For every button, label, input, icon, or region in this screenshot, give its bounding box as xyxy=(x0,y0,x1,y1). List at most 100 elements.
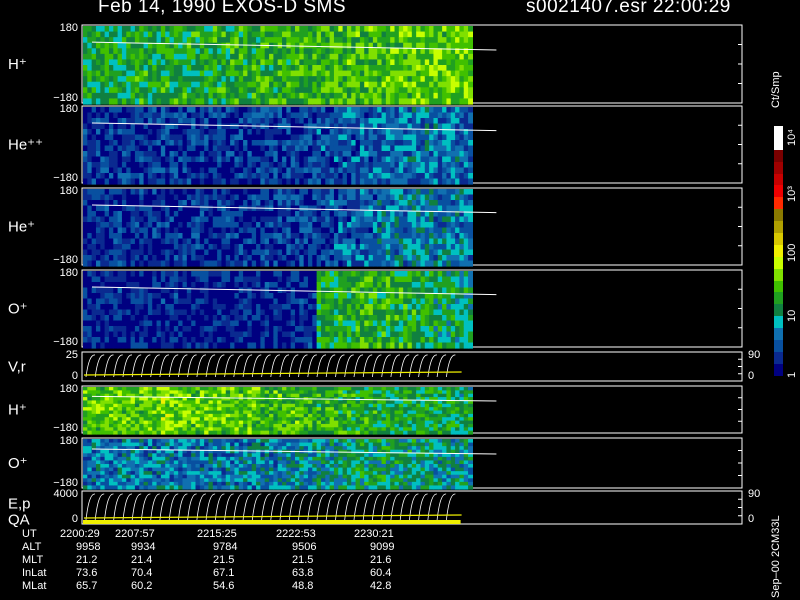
heatmap-cell xyxy=(83,112,88,119)
heatmap-cell xyxy=(277,53,283,61)
heatmap-cell xyxy=(108,81,114,88)
heatmap-cell xyxy=(126,326,132,333)
heatmap-cell xyxy=(139,342,145,349)
heatmap-cell xyxy=(83,134,88,141)
heatmap-cell xyxy=(437,112,443,119)
heatmap-cell xyxy=(351,271,357,278)
heatmap-cell xyxy=(182,59,188,66)
heatmap-cell xyxy=(316,189,322,196)
heatmap-cell xyxy=(121,293,127,300)
heatmap-cell xyxy=(91,173,97,180)
heatmap-cell xyxy=(143,156,149,163)
heatmap-cell xyxy=(130,140,136,147)
heatmap-cell xyxy=(325,65,331,72)
heatmap-cell xyxy=(411,59,417,66)
heatmap-cell xyxy=(264,112,270,119)
heatmap-cell xyxy=(282,233,287,240)
heatmap-cell xyxy=(463,107,469,114)
heatmap-cell xyxy=(364,342,370,349)
heatmap-cell xyxy=(225,76,231,83)
heatmap-cell xyxy=(186,238,192,245)
heatmap-cell xyxy=(316,42,322,49)
heatmap-cell xyxy=(316,92,322,100)
heatmap-cell xyxy=(459,162,465,169)
heatmap-cell xyxy=(424,53,430,61)
heatmap-cell xyxy=(346,271,352,278)
heatmap-cell xyxy=(333,205,339,212)
heatmap-cell xyxy=(329,81,335,88)
heatmap-cell xyxy=(385,342,391,349)
heatmap-cell xyxy=(234,118,240,125)
heatmap-cell xyxy=(243,178,249,185)
heatmap-cell xyxy=(398,107,404,114)
heatmap-cell xyxy=(420,76,426,83)
heatmap-cell xyxy=(403,37,409,44)
heatmap-cell xyxy=(104,156,110,163)
heatmap-cell xyxy=(152,151,158,158)
heatmap-cell xyxy=(117,129,123,136)
heatmap-cell xyxy=(307,200,313,207)
heatmap-cell xyxy=(355,271,361,278)
heatmap-cell xyxy=(134,216,140,223)
heatmap-cell xyxy=(351,298,357,305)
heatmap-cell xyxy=(273,134,279,141)
heatmap-cell xyxy=(217,233,223,240)
heatmap-cell xyxy=(169,92,175,100)
heatmap-cell xyxy=(186,189,192,196)
heatmap-cell xyxy=(398,222,404,229)
heatmap-cell xyxy=(147,53,153,61)
heatmap-cell xyxy=(312,298,318,305)
heatmap-cell xyxy=(338,211,344,218)
heatmap-cell xyxy=(139,293,145,300)
heatmap-cell xyxy=(338,129,344,136)
heatmap-cell xyxy=(264,260,270,267)
heatmap-cell xyxy=(429,123,435,130)
heatmap-cell xyxy=(303,249,309,256)
heatmap-cell xyxy=(325,48,331,55)
heatmap-cell xyxy=(238,87,244,94)
heatmap-cell xyxy=(403,326,409,333)
heatmap-cell xyxy=(182,70,188,77)
heatmap-cell xyxy=(312,162,318,169)
heatmap-cell xyxy=(204,107,210,114)
heatmap-cell xyxy=(411,145,417,152)
heatmap-cell xyxy=(87,216,93,223)
heatmap-cell xyxy=(437,87,443,94)
heatmap-cell xyxy=(104,304,110,311)
heatmap-cell xyxy=(381,59,387,66)
heatmap-cell xyxy=(307,304,313,311)
heatmap-cell xyxy=(238,222,244,229)
heatmap-cell xyxy=(368,129,374,136)
heatmap-cell xyxy=(398,151,404,158)
heatmap-cell xyxy=(342,42,348,49)
heatmap-cell xyxy=(264,151,270,158)
heatmap-cell xyxy=(217,271,223,278)
heatmap-cell xyxy=(230,162,236,169)
heatmap-cell xyxy=(221,309,227,316)
heatmap-cell xyxy=(130,194,136,201)
heatmap-cell xyxy=(108,287,114,294)
heatmap-cell xyxy=(195,200,201,207)
heatmap-cell xyxy=(403,189,409,196)
heatmap-cell xyxy=(83,178,88,185)
heatmap-cell xyxy=(424,342,430,349)
heatmap-cell xyxy=(204,123,210,130)
heatmap-cell xyxy=(152,331,158,338)
heatmap-cell xyxy=(403,216,409,223)
heatmap-cell xyxy=(307,255,313,262)
heatmap-cell xyxy=(403,249,409,256)
heatmap-cell xyxy=(277,189,283,196)
heatmap-cell xyxy=(433,315,439,322)
heatmap-cell xyxy=(100,271,106,278)
heatmap-cell xyxy=(160,167,166,174)
heatmap-cell xyxy=(230,227,236,234)
heatmap-cell xyxy=(398,59,404,66)
heatmap-cell xyxy=(173,304,179,311)
heatmap-cell xyxy=(381,298,387,305)
heatmap-cell xyxy=(91,315,97,322)
heatmap-cell xyxy=(173,337,179,344)
heatmap-cell xyxy=(342,282,348,289)
heatmap-cell xyxy=(104,276,110,283)
heatmap-cell xyxy=(152,337,158,344)
heatmap-cell xyxy=(346,315,352,322)
